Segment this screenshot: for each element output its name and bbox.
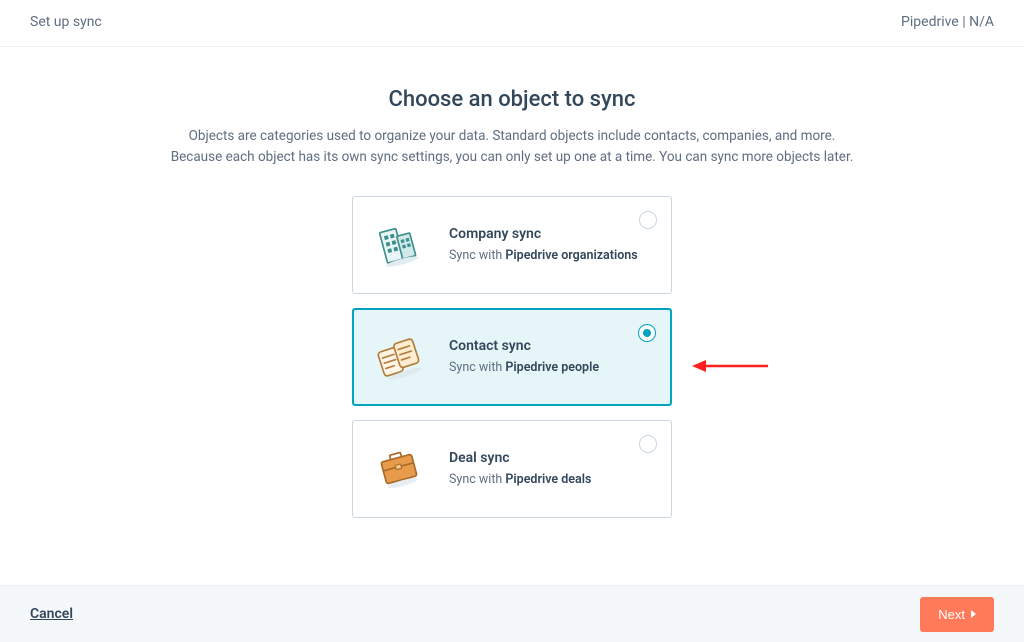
page-title: Choose an object to sync <box>0 87 1024 112</box>
sync-option-title: Contact sync <box>449 338 653 354</box>
cancel-button[interactable]: Cancel <box>30 606 73 622</box>
contacts-icon <box>368 325 432 389</box>
sync-option-title: Company sync <box>449 226 653 242</box>
sync-option-list: Company sync Sync with Pipedrive organiz… <box>352 196 672 518</box>
briefcase-icon <box>367 437 431 501</box>
sync-option-desc: Sync with Pipedrive deals <box>449 472 653 487</box>
integration-context: Pipedrive | N/A <box>901 14 994 30</box>
buildings-icon <box>367 213 431 277</box>
footer-bar: Cancel Next <box>0 585 1024 642</box>
next-button[interactable]: Next <box>920 597 994 632</box>
chevron-right-icon <box>971 610 976 618</box>
sync-option-company[interactable]: Company sync Sync with Pipedrive organiz… <box>352 196 672 294</box>
radio-indicator <box>639 211 657 229</box>
subtitle-line-2: Because each object has its own sync set… <box>171 149 854 165</box>
main-content: Choose an object to sync Objects are cat… <box>0 47 1024 518</box>
sync-option-contact[interactable]: Contact sync Sync with Pipedrive people <box>352 308 672 406</box>
sync-option-desc: Sync with Pipedrive organizations <box>449 248 653 263</box>
sync-option-desc: Sync with Pipedrive people <box>449 360 653 375</box>
radio-indicator <box>639 435 657 453</box>
radio-indicator <box>638 324 656 342</box>
page-mode-title: Set up sync <box>30 14 102 30</box>
subtitle-line-1: Objects are categories used to organize … <box>189 128 836 144</box>
next-button-label: Next <box>938 607 965 622</box>
sync-option-deal[interactable]: Deal sync Sync with Pipedrive deals <box>352 420 672 518</box>
page-subtitle: Objects are categories used to organize … <box>152 126 872 168</box>
top-bar: Set up sync Pipedrive | N/A <box>0 0 1024 47</box>
sync-option-title: Deal sync <box>449 450 653 466</box>
